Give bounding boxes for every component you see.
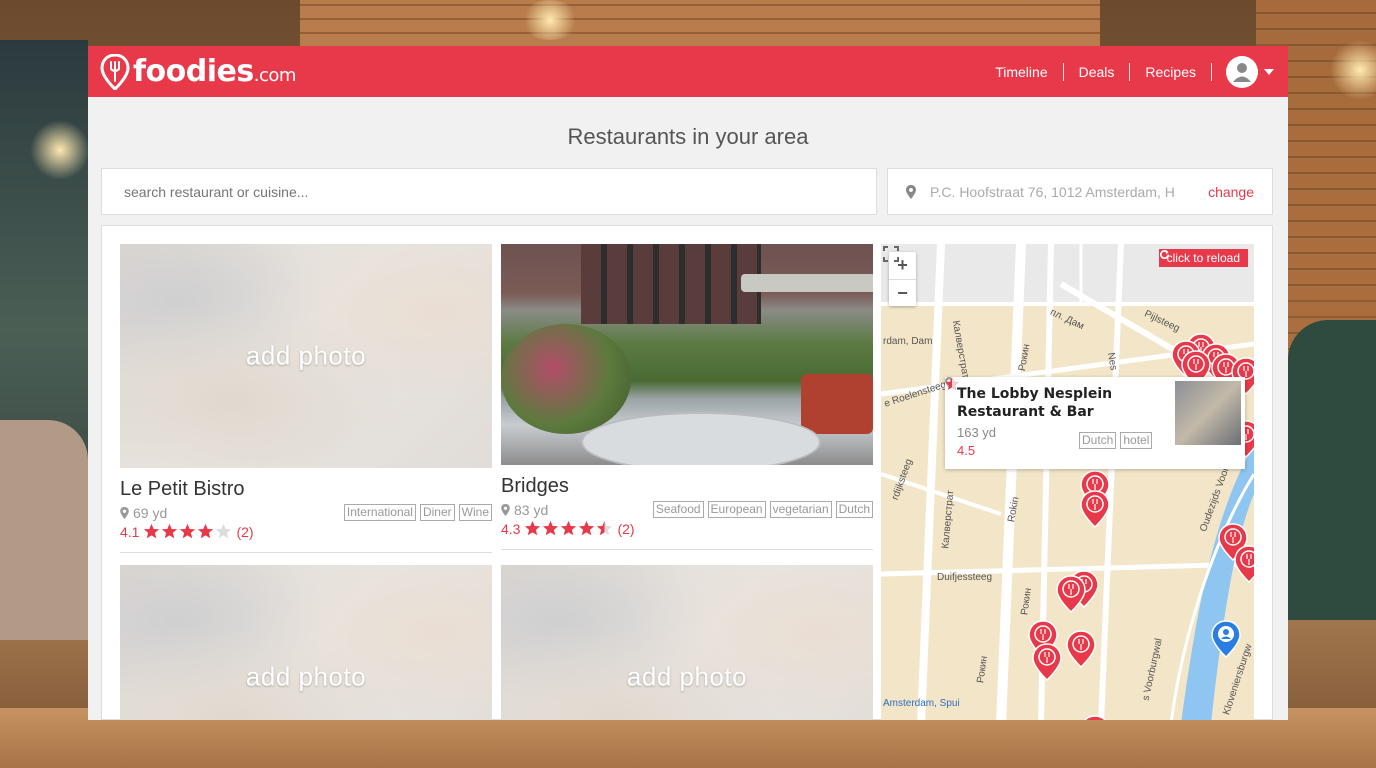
refresh-icon bbox=[1159, 249, 1169, 260]
cuisine-tag[interactable]: International bbox=[343, 504, 416, 521]
user-menu[interactable] bbox=[1226, 55, 1274, 88]
star-icon bbox=[144, 523, 160, 539]
star-icon bbox=[180, 523, 196, 539]
star-icon bbox=[543, 520, 559, 536]
cuisine-tag[interactable]: vegetarian bbox=[769, 501, 832, 518]
restaurant-marker[interactable] bbox=[1066, 630, 1096, 668]
brand-name: foodies.com bbox=[133, 54, 296, 89]
star-rating bbox=[143, 523, 232, 540]
add-photo-label[interactable]: add photo bbox=[501, 662, 873, 693]
restaurant-photo[interactable]: add photo bbox=[120, 565, 492, 720]
restaurant-map[interactable]: rdam, Dam пл. Дам Pijlsteeg Калверстрат … bbox=[881, 244, 1254, 720]
location-box: P.C. Hoofstraat 76, 1012 Amsterdam, H ch… bbox=[887, 168, 1273, 215]
nav-divider bbox=[1211, 62, 1212, 81]
app-window: foodies.com Timeline Deals Recipes Resta… bbox=[88, 46, 1288, 720]
cuisine-tag[interactable]: Seafood bbox=[652, 501, 704, 518]
cuisine-tag[interactable]: Dutch bbox=[835, 501, 873, 518]
nav-divider bbox=[1129, 62, 1131, 81]
tag-list: International Diner Wine bbox=[343, 504, 492, 521]
cuisine-tag[interactable]: hotel bbox=[1120, 432, 1153, 449]
restaurant-card[interactable]: add photo Le Petit Bistro 69 yd Internat… bbox=[120, 244, 492, 553]
location-pin-icon bbox=[120, 506, 129, 519]
fullscreen-icon[interactable] bbox=[881, 244, 901, 264]
location-pin-icon bbox=[906, 184, 916, 199]
restaurant-marker[interactable] bbox=[1080, 715, 1110, 720]
restaurant-card[interactable]: add photo bbox=[501, 565, 873, 720]
star-icon bbox=[579, 520, 595, 536]
main-nav: Timeline Deals Recipes bbox=[980, 62, 1212, 81]
restaurant-marker[interactable] bbox=[1080, 490, 1110, 528]
search-bar-row: P.C. Hoofstraat 76, 1012 Amsterdam, H ch… bbox=[101, 168, 1273, 215]
results-panel: add photo Le Petit Bistro 69 yd Internat… bbox=[101, 225, 1273, 720]
nav-deals[interactable]: Deals bbox=[1064, 64, 1130, 80]
restaurant-marker[interactable] bbox=[1056, 575, 1086, 613]
location-pin-icon bbox=[501, 503, 510, 516]
restaurant-photo[interactable]: add photo bbox=[120, 244, 492, 468]
restaurant-photo[interactable]: add photo bbox=[501, 565, 873, 720]
page-title: Restaurants in your area bbox=[567, 124, 809, 149]
popup-restaurant-name[interactable]: The Lobby Nesplein Restaurant & Bar bbox=[957, 385, 1157, 421]
card-divider bbox=[120, 552, 492, 553]
distance: 83 yd bbox=[501, 502, 548, 518]
add-photo-label[interactable]: add photo bbox=[120, 662, 492, 693]
rating-value: 4.1 bbox=[120, 523, 140, 540]
rating-value: 4.3 bbox=[501, 520, 521, 537]
review-count[interactable]: (2) bbox=[617, 521, 634, 537]
restaurant-marker[interactable] bbox=[1032, 643, 1062, 681]
restaurant-meta: 83 yd Seafood European vegetarian Dutch bbox=[501, 501, 873, 518]
map-info-popup[interactable]: The Lobby Nesplein Restaurant & Bar 163 … bbox=[945, 377, 1245, 469]
star-icon bbox=[597, 520, 613, 536]
brand-logo[interactable]: foodies.com bbox=[100, 53, 296, 90]
search-input[interactable] bbox=[124, 183, 876, 200]
cuisine-tag[interactable]: Dutch bbox=[1079, 432, 1117, 449]
distance: 69 yd bbox=[120, 505, 167, 521]
cuisine-tag[interactable]: Wine bbox=[458, 504, 492, 521]
star-icon bbox=[945, 377, 959, 390]
user-avatar-icon[interactable] bbox=[1226, 55, 1258, 88]
nav-timeline[interactable]: Timeline bbox=[980, 64, 1062, 80]
change-location-link[interactable]: change bbox=[1208, 184, 1254, 200]
add-photo-label[interactable]: add photo bbox=[120, 341, 492, 372]
restaurant-card[interactable]: add photo bbox=[120, 565, 492, 720]
star-icon bbox=[162, 523, 178, 539]
nav-divider bbox=[1062, 62, 1064, 81]
rating-row: 4.3 (2) bbox=[501, 520, 873, 537]
nav-recipes[interactable]: Recipes bbox=[1130, 64, 1211, 80]
star-icon bbox=[198, 523, 214, 539]
restaurant-marker[interactable] bbox=[1234, 545, 1254, 583]
star-rating bbox=[524, 520, 613, 537]
star-icon bbox=[525, 520, 541, 536]
star-icon bbox=[561, 520, 577, 536]
star-icon bbox=[216, 523, 232, 539]
current-location-marker[interactable] bbox=[1211, 620, 1241, 659]
location-address: P.C. Hoofstraat 76, 1012 Amsterdam, H bbox=[930, 183, 1175, 200]
restaurant-name[interactable]: Bridges bbox=[501, 475, 873, 498]
logo-pin-icon bbox=[100, 53, 130, 90]
card-divider bbox=[501, 549, 873, 550]
map-markers bbox=[1028, 333, 1254, 720]
restaurant-photo[interactable] bbox=[501, 244, 873, 465]
review-count[interactable]: (2) bbox=[236, 524, 253, 540]
chevron-down-icon[interactable] bbox=[1264, 68, 1274, 75]
top-navbar: foodies.com Timeline Deals Recipes bbox=[88, 46, 1288, 97]
restaurant-name[interactable]: Le Petit Bistro bbox=[120, 478, 492, 501]
restaurant-card[interactable]: Bridges 83 yd Seafood European vegetaria… bbox=[501, 244, 873, 550]
reload-map-button[interactable]: click to reload bbox=[1158, 249, 1248, 267]
cuisine-tag[interactable]: Diner bbox=[419, 504, 455, 521]
cuisine-tag[interactable]: European bbox=[707, 501, 766, 518]
popup-tag-list: Dutch hotel bbox=[1079, 432, 1153, 449]
zoom-out-button[interactable]: − bbox=[889, 279, 916, 306]
restaurant-meta: 69 yd International Diner Wine bbox=[120, 504, 492, 521]
search-box bbox=[101, 168, 877, 215]
popup-thumbnail bbox=[1175, 381, 1241, 445]
tag-list: Seafood European vegetarian Dutch bbox=[652, 501, 873, 518]
rating-row: 4.1 (2) bbox=[120, 523, 492, 540]
